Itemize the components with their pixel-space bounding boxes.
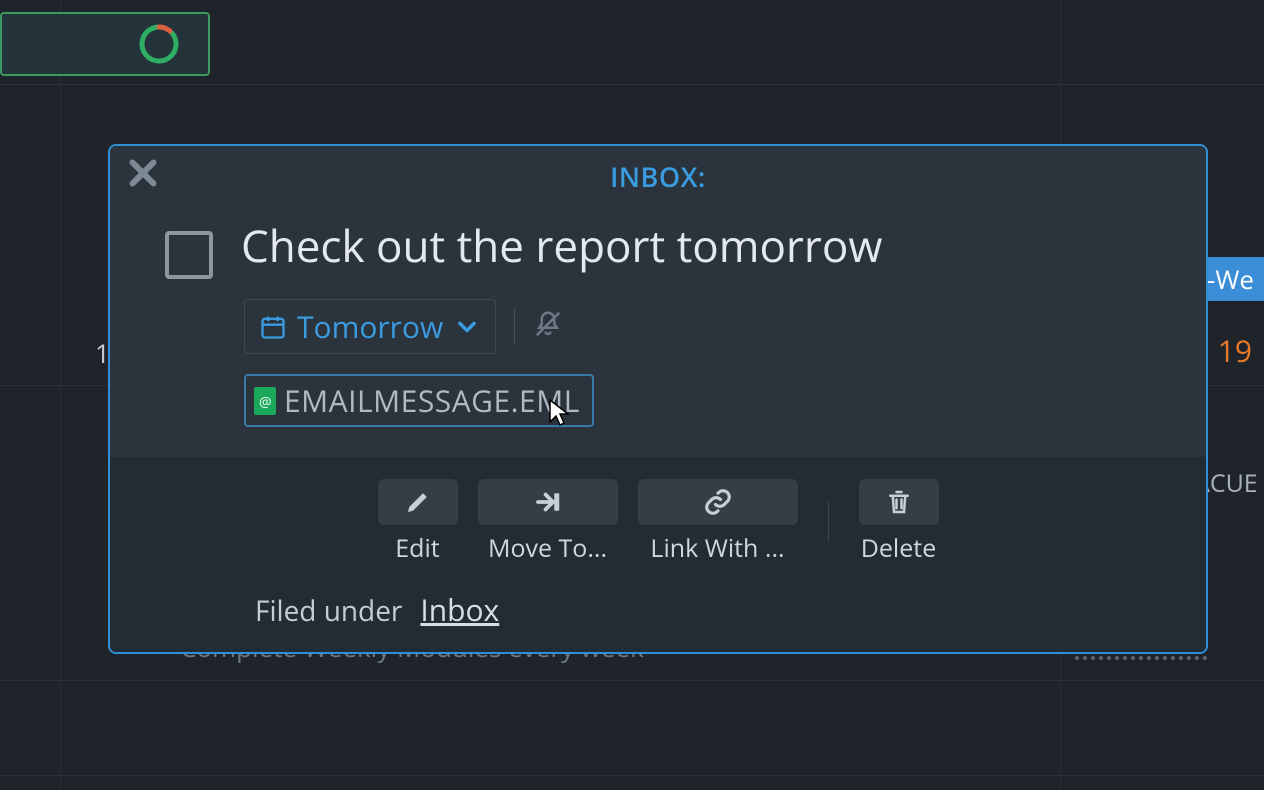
chevron-down-icon xyxy=(453,313,481,341)
close-button[interactable] xyxy=(128,158,158,193)
task-title[interactable]: Check out the report tomorrow xyxy=(241,221,882,269)
edit-label: Edit xyxy=(395,531,439,565)
dialog-top-panel: INBOX: Check out the report tomorrow Tom… xyxy=(110,146,1206,457)
bg-dotted-indicator xyxy=(1075,656,1207,660)
trash-icon xyxy=(884,487,914,517)
action-bar: Edit Move To... Link With ... xyxy=(140,479,1176,565)
bg-grid-line xyxy=(0,84,1264,85)
task-dialog: INBOX: Check out the report tomorrow Tom… xyxy=(108,144,1208,654)
close-icon xyxy=(128,158,158,188)
pencil-icon xyxy=(403,487,433,517)
filed-under-label: Filed under xyxy=(255,592,402,630)
due-date-dropdown[interactable]: Tomorrow xyxy=(244,299,496,354)
filed-under-link[interactable]: Inbox xyxy=(420,589,499,630)
link-with-label: Link With ... xyxy=(650,531,784,565)
move-to-button[interactable]: Move To... xyxy=(478,479,618,565)
attachment-chip[interactable]: EMAILMESSAGE.EML xyxy=(244,374,594,427)
due-date-label: Tomorrow xyxy=(297,306,443,347)
link-with-button[interactable]: Link With ... xyxy=(638,479,798,565)
filed-under-row: Filed under Inbox xyxy=(255,589,1176,630)
progress-pill[interactable] xyxy=(0,12,210,76)
eml-file-icon xyxy=(254,387,276,415)
link-icon xyxy=(703,487,733,517)
move-to-label: Move To... xyxy=(488,531,607,565)
edit-button[interactable]: Edit xyxy=(378,479,458,565)
action-separator xyxy=(828,502,829,542)
dialog-bottom-panel: Edit Move To... Link With ... xyxy=(110,457,1206,652)
bell-off-icon xyxy=(533,309,563,339)
move-to-icon xyxy=(533,487,563,517)
bg-grid-line xyxy=(0,775,1264,776)
day-number-right: 19 xyxy=(1218,330,1252,371)
task-checkbox[interactable] xyxy=(165,231,213,279)
delete-label: Delete xyxy=(861,531,936,565)
attachment-name: EMAILMESSAGE.EML xyxy=(284,380,580,421)
bg-grid-line xyxy=(60,0,61,790)
meta-separator xyxy=(514,309,515,345)
progress-ring-icon xyxy=(138,23,180,65)
delete-button[interactable]: Delete xyxy=(859,479,939,565)
calendar-icon xyxy=(259,313,287,341)
bg-grid-line xyxy=(0,680,1264,681)
dialog-header: INBOX: xyxy=(110,146,1206,195)
reminder-toggle[interactable] xyxy=(533,309,563,344)
